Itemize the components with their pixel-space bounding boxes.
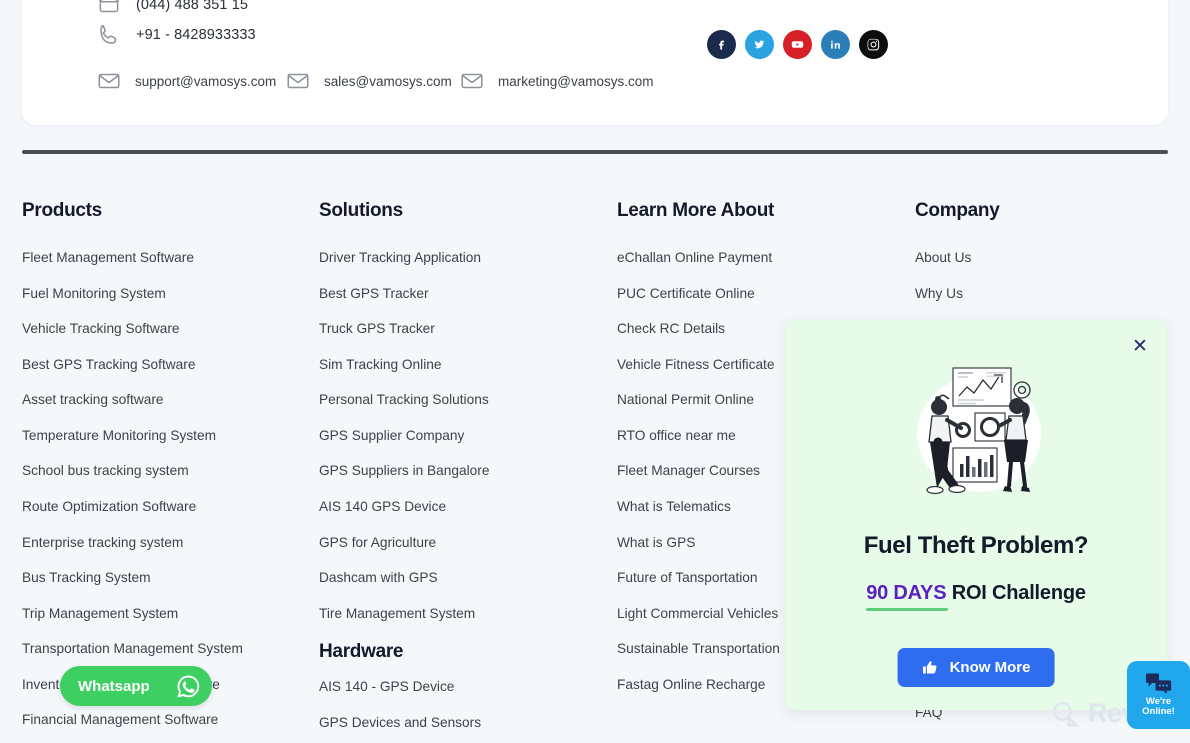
link-gps-supplier-company[interactable]: GPS Supplier Company: [319, 428, 609, 443]
email-sales[interactable]: sales@vamosys.com: [285, 68, 452, 94]
link-fleet-management-software[interactable]: Fleet Management Software: [22, 250, 312, 265]
link-personal-tracking-solutions[interactable]: Personal Tracking Solutions: [319, 392, 609, 407]
mail-icon: [285, 68, 311, 94]
column-title-products: Products: [22, 200, 102, 221]
phone-icon: [96, 22, 122, 48]
chat-widget[interactable]: We're Online!: [1127, 661, 1190, 729]
link-financial-management-software[interactable]: Financial Management Software: [22, 712, 312, 727]
link-tire-management-system[interactable]: Tire Management System: [319, 606, 609, 621]
follow-us-title: Follows us on: [707, 0, 845, 2]
link-best-gps-tracking-software[interactable]: Best GPS Tracking Software: [22, 357, 312, 372]
footer-page: (044) 488 351 15 +91 - 8428933333 suppor…: [0, 0, 1190, 743]
column-title-hardware: Hardware: [319, 641, 404, 663]
youtube-icon[interactable]: [783, 30, 812, 59]
twitter-icon[interactable]: [745, 30, 774, 59]
link-fuel-monitoring-system[interactable]: Fuel Monitoring System: [22, 286, 312, 301]
phone-number-landline[interactable]: (044) 488 351 15: [96, 0, 248, 18]
link-dashcam-with-gps[interactable]: Dashcam with GPS: [319, 570, 609, 585]
link-about-us[interactable]: About Us: [915, 250, 1185, 265]
link-school-bus-tracking-system[interactable]: School bus tracking system: [22, 463, 312, 478]
email-marketing-text: marketing@vamosys.com: [498, 73, 654, 89]
promo-highlight-text: 90 DAYS: [866, 582, 947, 604]
email-marketing[interactable]: marketing@vamosys.com: [459, 68, 654, 94]
link-temperature-monitoring-system[interactable]: Temperature Monitoring System: [22, 428, 312, 443]
whatsapp-icon: [177, 674, 200, 698]
link-bus-tracking-system[interactable]: Bus Tracking System: [22, 570, 312, 585]
footer-column-products: Products Fleet Management Software Fuel …: [22, 200, 312, 743]
footer-column-solutions: Solutions Driver Tracking Application Be…: [319, 200, 609, 743]
thumbs-up-icon: [922, 661, 937, 674]
column-title-solutions: Solutions: [319, 200, 403, 221]
chat-bubbles-icon: [1145, 673, 1171, 694]
phone-ring-icon: [96, 0, 122, 18]
know-more-button[interactable]: Know More: [897, 648, 1055, 687]
link-puc-certificate-online[interactable]: PUC Certificate Online: [617, 286, 907, 301]
mail-icon: [459, 68, 485, 94]
promo-heading: Fuel Theft Problem?: [863, 532, 1089, 559]
link-ais-140-gps-device-hardware[interactable]: AIS 140 - GPS Device: [319, 679, 609, 694]
linkedin-icon[interactable]: [821, 30, 850, 59]
link-best-gps-tracker[interactable]: Best GPS Tracker: [319, 286, 609, 301]
link-sim-tracking-online[interactable]: Sim Tracking Online: [319, 357, 609, 372]
link-ais-140-gps-device[interactable]: AIS 140 GPS Device: [319, 499, 609, 514]
contact-card: (044) 488 351 15 +91 - 8428933333 suppor…: [22, 0, 1168, 125]
know-more-label: Know More: [949, 659, 1031, 676]
instagram-icon[interactable]: [859, 30, 888, 59]
promo-subheading-rest: ROI Challenge: [951, 582, 1086, 604]
link-gps-for-agriculture[interactable]: GPS for Agriculture: [319, 535, 609, 550]
link-truck-gps-tracker[interactable]: Truck GPS Tracker: [319, 321, 609, 336]
link-asset-tracking-software[interactable]: Asset tracking software: [22, 392, 312, 407]
facebook-icon[interactable]: [707, 30, 736, 59]
email-support[interactable]: support@vamosys.com: [96, 68, 276, 94]
chat-widget-label: We're Online!: [1142, 696, 1175, 717]
link-route-optimization-software[interactable]: Route Optimization Software: [22, 499, 312, 514]
whatsapp-label: Whatsapp: [78, 677, 150, 695]
link-driver-tracking-application[interactable]: Driver Tracking Application: [319, 250, 609, 265]
promo-subheading: 90 DAYS ROI Challenge: [785, 582, 1167, 605]
footer-column-company: Company About Us Why Us FAQ: [915, 200, 1185, 720]
link-transportation-management-system[interactable]: Transportation Management System: [22, 641, 312, 656]
phone-number-landline-text: (044) 488 351 15: [136, 0, 249, 13]
mail-icon: [96, 68, 122, 94]
section-divider: [22, 150, 1168, 154]
column-title-learn-more: Learn More About: [617, 200, 775, 221]
close-icon[interactable]: ✕: [1130, 337, 1150, 357]
email-sales-text: sales@vamosys.com: [324, 73, 452, 89]
link-trip-management-system[interactable]: Trip Management System: [22, 606, 312, 621]
column-title-company: Company: [915, 200, 1000, 221]
link-vehicle-tracking-software[interactable]: Vehicle Tracking Software: [22, 321, 312, 336]
whatsapp-button[interactable]: Whatsapp: [60, 666, 212, 706]
link-gps-devices-and-sensors[interactable]: GPS Devices and Sensors: [319, 715, 609, 730]
email-support-text: support@vamosys.com: [135, 73, 277, 89]
analytics-people-illustration: [917, 367, 1041, 495]
promo-popup: ✕ Fuel Theft Problem? 90 DAYS ROI Challe…: [785, 320, 1167, 710]
link-echallan-online-payment[interactable]: eChallan Online Payment: [617, 250, 907, 265]
link-why-us[interactable]: Why Us: [915, 286, 1185, 301]
link-enterprise-tracking-system[interactable]: Enterprise tracking system: [22, 535, 312, 550]
social-links: [707, 30, 888, 59]
phone-number-mobile-text: +91 - 8428933333: [136, 27, 256, 43]
link-gps-suppliers-in-bangalore[interactable]: GPS Suppliers in Bangalore: [319, 463, 609, 478]
phone-number-mobile[interactable]: +91 - 8428933333: [96, 22, 256, 48]
